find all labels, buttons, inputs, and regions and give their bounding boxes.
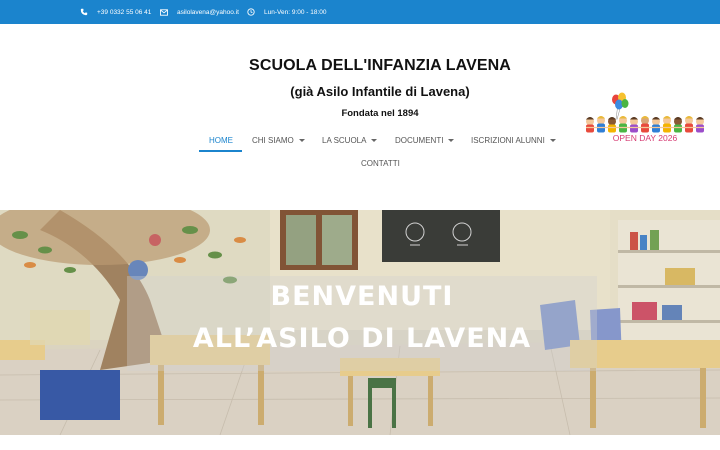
hours-text: Lun-Ven: 9:00 - 18:00 <box>264 8 327 16</box>
nav-item-la-scuola[interactable]: LA SCUOLA <box>322 128 378 152</box>
nav-label: HOME <box>209 135 233 145</box>
active-nav-indicator <box>199 150 242 152</box>
top-contact-bar: +39 0332 55 06 41 asilolavena@yahoo.it L… <box>0 0 720 24</box>
email-contact[interactable]: asilolavena@yahoo.it <box>160 0 239 24</box>
email-address: asilolavena@yahoo.it <box>177 8 239 16</box>
chevron-down-icon <box>549 138 556 142</box>
site-subtitle: (già Asilo Infantile di Lavena) <box>290 84 470 99</box>
nav-label: DOCUMENTI <box>395 135 444 145</box>
nav-label: CONTATTI <box>361 158 400 168</box>
chevron-down-icon <box>448 138 455 142</box>
nav-item-contatti[interactable]: CONTATTI <box>361 151 400 175</box>
phone-number: +39 0332 55 06 41 <box>97 8 152 16</box>
chevron-down-icon <box>371 138 378 142</box>
site-title[interactable]: SCUOLA DELL'INFANZIA LAVENA <box>180 57 580 75</box>
hero-heading-line1: BENVENUTI <box>270 281 454 312</box>
nav-label: LA SCUOLA <box>322 135 367 145</box>
nav-label: CHI SIAMO <box>252 135 294 145</box>
phone-contact[interactable]: +39 0332 55 06 41 <box>80 0 151 24</box>
nav-item-documenti[interactable]: DOCUMENTI <box>395 128 455 152</box>
opening-hours: Lun-Ven: 9:00 - 18:00 <box>247 0 327 24</box>
nav-item-chi-siamo[interactable]: CHI SIAMO <box>252 128 305 152</box>
envelope-icon <box>160 8 168 16</box>
nav-item-iscrizioni-alunni[interactable]: ISCRIZIONI ALUNNI <box>471 128 556 152</box>
nav-label: ISCRIZIONI ALUNNI <box>471 135 545 145</box>
open-day-label[interactable]: OPEN DAY 2026 <box>580 133 710 143</box>
clock-icon <box>247 8 255 16</box>
phone-icon <box>80 8 88 16</box>
hero-heading-line2: ALL’ASILO DI LAVENA <box>192 323 532 354</box>
founded-text: Fondata nel 1894 <box>341 108 419 119</box>
nav-item-home[interactable]: HOME <box>209 128 233 152</box>
chevron-down-icon <box>298 138 305 142</box>
